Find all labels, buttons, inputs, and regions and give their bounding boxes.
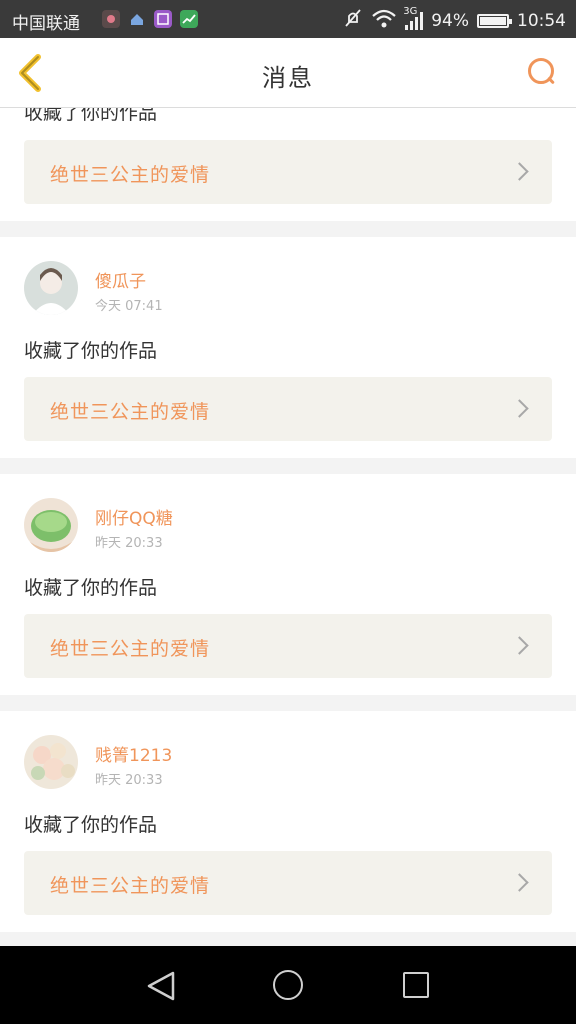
nav-recents-icon[interactable] (403, 972, 429, 998)
notification-icons (102, 10, 198, 28)
chevron-right-icon (510, 162, 529, 181)
wifi-icon (371, 8, 397, 33)
search-icon[interactable] (528, 58, 554, 84)
chevron-right-icon (510, 873, 529, 892)
network-type-label: 3G (403, 5, 418, 17)
user-name[interactable]: 刚仔QQ糖 (95, 504, 173, 529)
message-action-text: 收藏了你的作品 (24, 814, 158, 836)
message-list: 收藏了你的作品 绝世三公主的爱情 傻瓜子 今天 07:41 收藏了你的作品 绝世… (0, 108, 576, 946)
message-time: 今天 07:41 (95, 299, 163, 314)
work-link[interactable]: 绝世三公主的爱情 (24, 851, 552, 915)
user-avatar-icon[interactable] (24, 261, 78, 315)
work-title: 绝世三公主的爱情 (50, 638, 211, 660)
system-nav-bar (0, 946, 576, 1024)
message-card: 刚仔QQ糖 昨天 20:33 收藏了你的作品 绝世三公主的爱情 (0, 474, 576, 695)
nav-back-icon[interactable] (146, 970, 176, 1006)
message-time: 昨天 20:33 (95, 773, 163, 788)
user-name[interactable]: 傻瓜子 (95, 267, 146, 292)
message-action-text: 收藏了你的作品 (24, 108, 158, 124)
notification-home-icon (128, 10, 146, 28)
status-bar: 中国联通 3G 94% 10:54 (0, 0, 576, 38)
message-action-text: 收藏了你的作品 (24, 577, 158, 599)
user-avatar-icon[interactable] (24, 735, 78, 789)
work-link[interactable]: 绝世三公主的爱情 (24, 614, 552, 678)
message-card: 傻瓜子 今天 07:41 收藏了你的作品 绝世三公主的爱情 (0, 237, 576, 458)
clock: 10:54 (517, 10, 566, 31)
app-header: 消息 (0, 38, 576, 108)
battery-icon (477, 13, 512, 28)
carrier-label: 中国联通 (12, 14, 80, 34)
nav-home-icon[interactable] (273, 970, 303, 1000)
chevron-right-icon (510, 399, 529, 418)
user-avatar-icon[interactable] (24, 498, 78, 552)
cell-signal: 3G (403, 6, 424, 30)
work-title: 绝世三公主的爱情 (50, 164, 211, 186)
battery-percent: 94% (431, 10, 469, 31)
notification-app-icon (102, 10, 120, 28)
message-action-text: 收藏了你的作品 (24, 340, 158, 362)
user-name[interactable]: 贱箐1213 (95, 741, 172, 766)
work-link[interactable]: 绝世三公主的爱情 (24, 140, 552, 204)
battery-fill (480, 16, 506, 25)
page-title: 消息 (262, 64, 314, 92)
notification-chart-icon (180, 10, 198, 28)
mute-icon (343, 8, 363, 33)
work-title: 绝世三公主的爱情 (50, 401, 211, 423)
message-card: 贱箐1213 昨天 20:33 收藏了你的作品 绝世三公主的爱情 (0, 711, 576, 932)
chevron-right-icon (510, 636, 529, 655)
work-link[interactable]: 绝世三公主的爱情 (24, 377, 552, 441)
message-card: 收藏了你的作品 绝世三公主的爱情 (0, 108, 576, 221)
message-time: 昨天 20:33 (95, 536, 163, 551)
notification-gallery-icon (154, 10, 172, 28)
work-title: 绝世三公主的爱情 (50, 875, 211, 897)
